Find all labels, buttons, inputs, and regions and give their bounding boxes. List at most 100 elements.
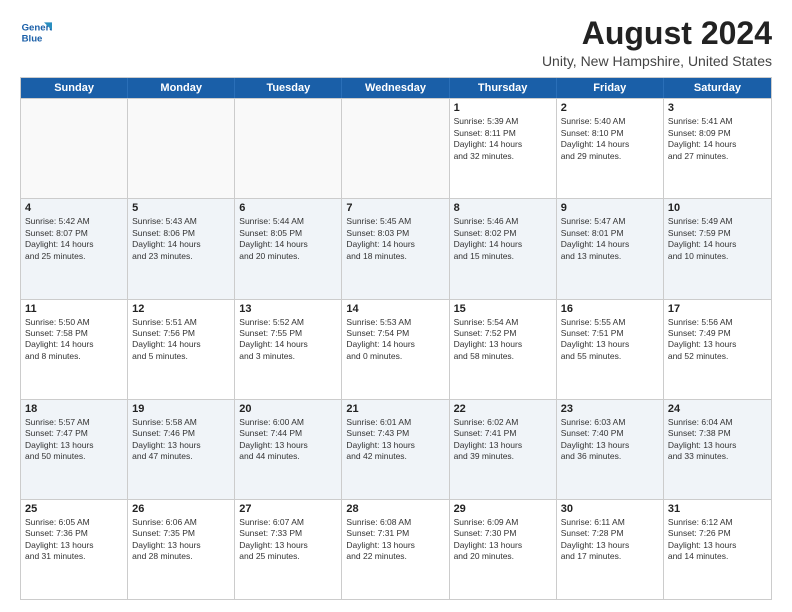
cal-cell-r4-c3: 28Sunrise: 6:08 AMSunset: 7:31 PMDayligh… xyxy=(342,500,449,599)
cell-text-r1-c5: Sunrise: 5:47 AMSunset: 8:01 PMDaylight:… xyxy=(561,216,659,262)
header-thursday: Thursday xyxy=(450,78,557,98)
cal-cell-r4-c2: 27 Sunrise: 6:07 AMSunset: 7:33 PMDayligh… xyxy=(235,500,342,599)
day-number-3: 3 xyxy=(668,102,767,114)
cal-cell-r1-c5: 9 Sunrise: 5:47 AMSunset: 8:01 PMDaylight… xyxy=(557,199,664,298)
cell-text-r2-c6: Sunrise: 5:56 AMSunset: 7:49 PMDaylight:… xyxy=(668,317,767,363)
cell-text-r2-c2: Sunrise: 5:52 AMSunset: 7:55 PMDaylight:… xyxy=(239,317,337,363)
cell-text-r0-c5: Sunrise: 5:40 AMSunset: 8:10 PMDaylight:… xyxy=(561,116,659,162)
cal-cell-r2-c5: 16 Sunrise: 5:55 AMSunset: 7:51 PMDayligh… xyxy=(557,300,664,399)
cell-text-r3-c5: Sunrise: 6:03 AMSunset: 7:40 PMDaylight:… xyxy=(561,417,659,463)
cal-cell-r1-c2: 6 Sunrise: 5:44 AMSunset: 8:05 PMDaylight… xyxy=(235,199,342,298)
cal-cell-r1-c3: 7 Sunrise: 5:45 AMSunset: 8:03 PMDaylight… xyxy=(342,199,449,298)
cal-cell-r0-c4: 1 Sunrise: 5:39 AMSunset: 8:11 PMDaylight… xyxy=(450,99,557,198)
cal-cell-r3-c1: 19 Sunrise: 5:58 AMSunset: 7:46 PMDayligh… xyxy=(128,400,235,499)
cell-text-r3-c3: Sunrise: 6:01 AMSunset: 7:43 PMDaylight:… xyxy=(346,417,444,463)
cell-text-r3-c0: Sunrise: 5:57 AMSunset: 7:47 PMDaylight:… xyxy=(25,417,123,463)
cell-text-r3-c4: Sunrise: 6:02 AMSunset: 7:41 PMDaylight:… xyxy=(454,417,552,463)
cell-text-r2-c0: Sunrise: 5:50 AMSunset: 7:58 PMDaylight:… xyxy=(25,317,123,363)
cell-text-r4-c4: Sunrise: 6:09 AMSunset: 7:30 PMDaylight:… xyxy=(454,517,552,563)
day-number-7: 7 xyxy=(346,202,444,214)
cell-text-r4-c0: Sunrise: 6:05 AMSunset: 7:36 PMDaylight:… xyxy=(25,517,123,563)
cell-text-r4-c5: Sunrise: 6:11 AMSunset: 7:28 PMDaylight:… xyxy=(561,517,659,563)
cal-cell-r4-c4: 29Sunrise: 6:09 AMSunset: 7:30 PMDayligh… xyxy=(450,500,557,599)
logo-icon: General Blue xyxy=(20,16,52,48)
day-number-24: 24 xyxy=(668,403,767,415)
header-monday: Monday xyxy=(128,78,235,98)
cal-cell-r4-c5: 30 Sunrise: 6:11 AMSunset: 7:28 PMDayligh… xyxy=(557,500,664,599)
title-block: August 2024 Unity, New Hampshire, United… xyxy=(542,16,772,69)
day-number-15: 15 xyxy=(454,303,552,315)
cal-cell-r0-c5: 2Sunrise: 5:40 AMSunset: 8:10 PMDaylight… xyxy=(557,99,664,198)
cell-text-r1-c6: Sunrise: 5:49 AMSunset: 7:59 PMDaylight:… xyxy=(668,216,767,262)
day-number-9: 9 xyxy=(561,202,659,214)
cal-cell-r4-c6: 31Sunrise: 6:12 AMSunset: 7:26 PMDayligh… xyxy=(664,500,771,599)
cell-text-r0-c6: Sunrise: 5:41 AMSunset: 8:09 PMDaylight:… xyxy=(668,116,767,162)
cell-text-r1-c4: Sunrise: 5:46 AMSunset: 8:02 PMDaylight:… xyxy=(454,216,552,262)
day-number-21: 21 xyxy=(346,403,444,415)
header-tuesday: Tuesday xyxy=(235,78,342,98)
cal-cell-r2-c1: 12Sunrise: 5:51 AMSunset: 7:56 PMDayligh… xyxy=(128,300,235,399)
day-number-13: 13 xyxy=(239,303,337,315)
day-number-1: 1 xyxy=(454,102,552,114)
calendar-header: Sunday Monday Tuesday Wednesday Thursday… xyxy=(21,78,771,98)
calendar-row-0: 1 Sunrise: 5:39 AMSunset: 8:11 PMDaylight… xyxy=(21,98,771,198)
cell-text-r1-c3: Sunrise: 5:45 AMSunset: 8:03 PMDaylight:… xyxy=(346,216,444,262)
day-number-17: 17 xyxy=(668,303,767,315)
cal-cell-r1-c1: 5Sunrise: 5:43 AMSunset: 8:06 PMDaylight… xyxy=(128,199,235,298)
cal-cell-r4-c0: 25Sunrise: 6:05 AMSunset: 7:36 PMDayligh… xyxy=(21,500,128,599)
day-number-16: 16 xyxy=(561,303,659,315)
day-number-22: 22 xyxy=(454,403,552,415)
calendar-row-4: 25Sunrise: 6:05 AMSunset: 7:36 PMDayligh… xyxy=(21,499,771,599)
cal-cell-r1-c6: 10 Sunrise: 5:49 AMSunset: 7:59 PMDayligh… xyxy=(664,199,771,298)
calendar-row-3: 18 Sunrise: 5:57 AMSunset: 7:47 PMDayligh… xyxy=(21,399,771,499)
cal-cell-r4-c1: 26Sunrise: 6:06 AMSunset: 7:35 PMDayligh… xyxy=(128,500,235,599)
cell-text-r4-c6: Sunrise: 6:12 AMSunset: 7:26 PMDaylight:… xyxy=(668,517,767,563)
day-number-19: 19 xyxy=(132,403,230,415)
cal-cell-r2-c6: 17 Sunrise: 5:56 AMSunset: 7:49 PMDayligh… xyxy=(664,300,771,399)
cell-text-r1-c2: Sunrise: 5:44 AMSunset: 8:05 PMDaylight:… xyxy=(239,216,337,262)
cal-cell-r3-c4: 22 Sunrise: 6:02 AMSunset: 7:41 PMDayligh… xyxy=(450,400,557,499)
calendar-body: 1 Sunrise: 5:39 AMSunset: 8:11 PMDaylight… xyxy=(21,98,771,599)
cal-cell-r0-c3 xyxy=(342,99,449,198)
main-title: August 2024 xyxy=(542,16,772,51)
logo: General Blue xyxy=(20,16,52,48)
cell-text-r2-c1: Sunrise: 5:51 AMSunset: 7:56 PMDaylight:… xyxy=(132,317,230,363)
cal-cell-r0-c6: 3 Sunrise: 5:41 AMSunset: 8:09 PMDaylight… xyxy=(664,99,771,198)
day-number-18: 18 xyxy=(25,403,123,415)
cell-text-r2-c4: Sunrise: 5:54 AMSunset: 7:52 PMDaylight:… xyxy=(454,317,552,363)
cell-text-r1-c0: Sunrise: 5:42 AMSunset: 8:07 PMDaylight:… xyxy=(25,216,123,262)
cell-text-r3-c1: Sunrise: 5:58 AMSunset: 7:46 PMDaylight:… xyxy=(132,417,230,463)
day-number-10: 10 xyxy=(668,202,767,214)
cal-cell-r0-c0 xyxy=(21,99,128,198)
day-number-5: 5 xyxy=(132,202,230,214)
cal-cell-r3-c0: 18 Sunrise: 5:57 AMSunset: 7:47 PMDayligh… xyxy=(21,400,128,499)
header-wednesday: Wednesday xyxy=(342,78,449,98)
cell-text-r2-c5: Sunrise: 5:55 AMSunset: 7:51 PMDaylight:… xyxy=(561,317,659,363)
day-number-30: 30 xyxy=(561,503,659,515)
cell-text-r0-c4: Sunrise: 5:39 AMSunset: 8:11 PMDaylight:… xyxy=(454,116,552,162)
day-number-6: 6 xyxy=(239,202,337,214)
cal-cell-r2-c4: 15 Sunrise: 5:54 AMSunset: 7:52 PMDayligh… xyxy=(450,300,557,399)
day-number-26: 26 xyxy=(132,503,230,515)
cell-text-r3-c6: Sunrise: 6:04 AMSunset: 7:38 PMDaylight:… xyxy=(668,417,767,463)
calendar: Sunday Monday Tuesday Wednesday Thursday… xyxy=(20,77,772,600)
cell-text-r3-c2: Sunrise: 6:00 AMSunset: 7:44 PMDaylight:… xyxy=(239,417,337,463)
cal-cell-r2-c3: 14Sunrise: 5:53 AMSunset: 7:54 PMDayligh… xyxy=(342,300,449,399)
cal-cell-r1-c4: 8 Sunrise: 5:46 AMSunset: 8:02 PMDaylight… xyxy=(450,199,557,298)
svg-text:Blue: Blue xyxy=(22,34,43,45)
day-number-4: 4 xyxy=(25,202,123,214)
cell-text-r4-c3: Sunrise: 6:08 AMSunset: 7:31 PMDaylight:… xyxy=(346,517,444,563)
cal-cell-r1-c0: 4 Sunrise: 5:42 AMSunset: 8:07 PMDaylight… xyxy=(21,199,128,298)
cal-cell-r3-c5: 23Sunrise: 6:03 AMSunset: 7:40 PMDayligh… xyxy=(557,400,664,499)
header-saturday: Saturday xyxy=(664,78,771,98)
subtitle: Unity, New Hampshire, United States xyxy=(542,53,772,69)
cal-cell-r2-c2: 13 Sunrise: 5:52 AMSunset: 7:55 PMDayligh… xyxy=(235,300,342,399)
day-number-11: 11 xyxy=(25,303,123,315)
cell-text-r4-c2: Sunrise: 6:07 AMSunset: 7:33 PMDaylight:… xyxy=(239,517,337,563)
calendar-row-2: 11 Sunrise: 5:50 AMSunset: 7:58 PMDayligh… xyxy=(21,299,771,399)
cal-cell-r2-c0: 11 Sunrise: 5:50 AMSunset: 7:58 PMDayligh… xyxy=(21,300,128,399)
cal-cell-r3-c2: 20Sunrise: 6:00 AMSunset: 7:44 PMDayligh… xyxy=(235,400,342,499)
day-number-27: 27 xyxy=(239,503,337,515)
day-number-8: 8 xyxy=(454,202,552,214)
page: General Blue August 2024 Unity, New Hamp… xyxy=(0,0,792,612)
